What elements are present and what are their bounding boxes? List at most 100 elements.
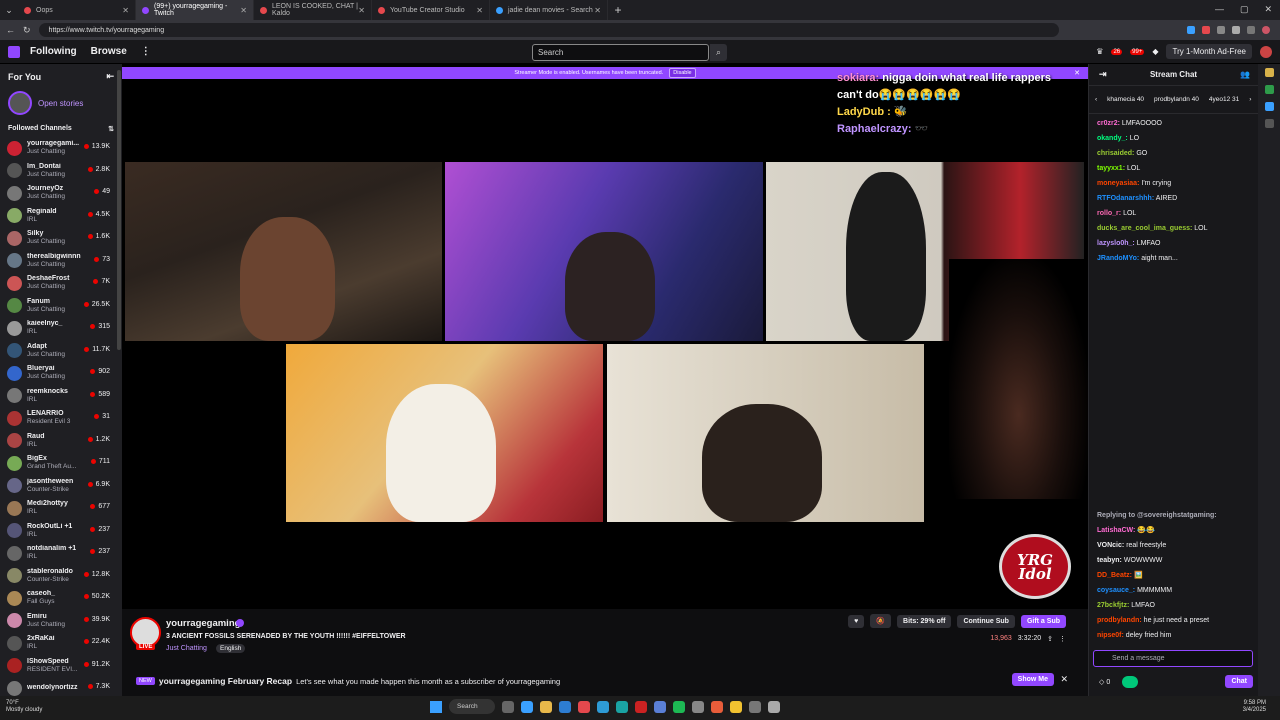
sidebar-channel[interactable]: Medi2hottyy IRL 677 bbox=[0, 497, 122, 520]
notifications-badge[interactable]: 26 bbox=[1111, 48, 1123, 55]
share-icon[interactable]: ⇪ bbox=[1047, 635, 1053, 643]
chat-username[interactable]: Replying to @sovereighstatgaming: bbox=[1097, 512, 1217, 519]
browser-tab[interactable]: YouTube Creator Studio ✕ bbox=[372, 0, 490, 20]
browser-tab[interactable]: Oops ✕ bbox=[18, 0, 136, 20]
close-window-icon[interactable]: ✕ bbox=[1264, 4, 1272, 15]
sidebar-channel[interactable]: therealbigwinnn Just Chatting 73 bbox=[0, 250, 122, 273]
chat-username[interactable]: chrisaided: bbox=[1097, 150, 1134, 157]
show-me-button[interactable]: Show Me bbox=[1011, 673, 1054, 686]
open-stories[interactable]: Open stories bbox=[0, 89, 122, 121]
whispers-badge[interactable]: 99+ bbox=[1130, 48, 1145, 55]
maximize-icon[interactable]: ▢ bbox=[1240, 4, 1249, 15]
leaderboard-prev-icon[interactable]: ‹ bbox=[1095, 96, 1097, 103]
chat-message[interactable]: RTFOdanarshhh: AIRED bbox=[1097, 191, 1252, 206]
weather-widget[interactable]: 70°F Mostly cloudy bbox=[6, 700, 42, 714]
chat-message[interactable]: teabyn: WOWWWW bbox=[1097, 553, 1253, 568]
chat-message[interactable]: chrisaided: GO bbox=[1097, 146, 1252, 161]
chat-username[interactable]: moneyasiaa: bbox=[1097, 180, 1139, 187]
file-explorer-icon[interactable] bbox=[540, 700, 552, 713]
chat-users-icon[interactable]: 👥 bbox=[1240, 70, 1250, 79]
sidebar-channel[interactable]: LENARRIO Resident Evil 3 31 bbox=[0, 407, 122, 430]
chat-message[interactable]: tayyxx1: LOL bbox=[1097, 161, 1252, 176]
sidebar-channel[interactable]: BigEx Grand Theft Au... 711 bbox=[0, 452, 122, 475]
tab-menu-icon[interactable]: ⌄ bbox=[0, 5, 18, 16]
search-icon[interactable]: ⌕ bbox=[710, 44, 727, 61]
app-icon[interactable] bbox=[597, 700, 609, 713]
sidebar-channel[interactable]: Fanum Just Chatting 26.5K bbox=[0, 295, 122, 318]
leaderboard-next-icon[interactable]: › bbox=[1249, 96, 1251, 103]
bits-button[interactable]: Bits: 29% off bbox=[897, 614, 952, 628]
sidebar-channel[interactable]: 2xRaKai IRL 22.4K bbox=[0, 632, 122, 655]
browser-tab[interactable]: (99+) yourragegaming - Twitch ✕ bbox=[136, 0, 254, 20]
app-icon[interactable] bbox=[654, 700, 666, 713]
close-tab-icon[interactable]: ✕ bbox=[240, 6, 247, 15]
chat-message[interactable]: VONcic: real freestyle bbox=[1097, 538, 1253, 553]
notifications-bell-icon[interactable]: 🔕 bbox=[870, 614, 892, 628]
chat-message[interactable]: lazyslo0h_: LMFAO bbox=[1097, 236, 1252, 251]
browser-tab[interactable]: jadie dean movies - Search ✕ bbox=[490, 0, 608, 20]
chat-username[interactable]: VONcic: bbox=[1097, 542, 1124, 549]
chat-username[interactable]: cr0zr2: bbox=[1097, 120, 1120, 127]
sidebar-channel[interactable]: Reginald IRL 4.5K bbox=[0, 205, 122, 228]
chat-username[interactable]: coysauce_: bbox=[1097, 587, 1135, 594]
chat-username[interactable]: 27bckfjtz: bbox=[1097, 602, 1129, 609]
url-field[interactable]: https://www.twitch.tv/yourragegaming bbox=[38, 23, 1059, 37]
following-link[interactable]: Following bbox=[30, 46, 77, 57]
chat-message[interactable]: Replying to @sovereighstatgaming: bbox=[1097, 508, 1253, 523]
chat-message[interactable]: okandy_: LO bbox=[1097, 131, 1252, 146]
taskbar-search[interactable]: Search bbox=[449, 699, 495, 714]
chat-input[interactable]: Send a message bbox=[1093, 650, 1253, 667]
close-tab-icon[interactable]: ✕ bbox=[476, 6, 483, 15]
side-panel-icon[interactable] bbox=[1264, 85, 1274, 94]
extension-icon[interactable] bbox=[1187, 26, 1195, 34]
close-tab-icon[interactable]: ✕ bbox=[122, 6, 129, 15]
close-recap-icon[interactable]: ✕ bbox=[1060, 674, 1068, 685]
browse-link[interactable]: Browse bbox=[91, 46, 127, 57]
more-options-icon[interactable]: ⋮ bbox=[1059, 635, 1066, 643]
sidebar-channel[interactable]: RockOutLi +1 IRL 237 bbox=[0, 520, 122, 543]
app-icon[interactable] bbox=[521, 700, 533, 713]
sidebar-channel[interactable]: Im_Dontai Just Chatting 2.8K bbox=[0, 160, 122, 183]
leaderboard-entry[interactable]: prodbylandn 40 bbox=[1154, 96, 1199, 103]
sidebar-channel[interactable]: wendolynortizz 7.3K bbox=[0, 677, 122, 696]
sidebar-channel[interactable]: DeshaeFrost Just Chatting 7K bbox=[0, 272, 122, 295]
sidebar-channel[interactable]: kaieelnyc_ IRL 315 bbox=[0, 317, 122, 340]
browser-tab[interactable]: LEON IS COOKED, CHAT | Kaldo ✕ bbox=[254, 0, 372, 20]
windows-start-icon[interactable] bbox=[430, 700, 442, 713]
chat-username[interactable]: DD_Beatz: bbox=[1097, 572, 1132, 579]
chat-username[interactable]: rollo_r: bbox=[1097, 210, 1121, 217]
close-tab-icon[interactable]: ✕ bbox=[594, 6, 601, 15]
profile-icon[interactable] bbox=[1262, 26, 1270, 34]
chat-message[interactable]: cr0zr2: LMFAOOOO bbox=[1097, 116, 1252, 131]
chat-message[interactable]: DD_Beatz: 🖼️ bbox=[1097, 568, 1253, 583]
side-panel-icon[interactable] bbox=[1264, 119, 1274, 128]
category-link[interactable]: Just Chatting bbox=[166, 645, 207, 652]
close-tab-icon[interactable]: ✕ bbox=[358, 6, 365, 15]
system-tray-clock[interactable]: 9:58 PM 3/4/2025 bbox=[1243, 700, 1266, 714]
user-avatar[interactable] bbox=[1260, 45, 1272, 58]
collapse-chat-icon[interactable]: ⇥ bbox=[1099, 69, 1107, 80]
chat-send-button[interactable]: Chat bbox=[1225, 675, 1253, 688]
channel-points-claim-icon[interactable] bbox=[1122, 676, 1139, 688]
ad-free-button[interactable]: Try 1-Month Ad-Free bbox=[1166, 44, 1252, 59]
continue-sub-button[interactable]: Continue Sub bbox=[957, 614, 1015, 628]
language-tag[interactable]: English bbox=[216, 644, 246, 653]
app-icon[interactable] bbox=[749, 700, 761, 713]
sidebar-channel[interactable]: yourragegami... Just Chatting 13.9K bbox=[0, 137, 122, 160]
collapse-sidebar-icon[interactable]: ⇤ bbox=[106, 71, 114, 82]
chat-username[interactable]: JRandoMYo: bbox=[1097, 255, 1139, 262]
chat-message[interactable]: JRandoMYo: aight man... bbox=[1097, 251, 1252, 266]
reload-icon[interactable]: ↻ bbox=[23, 25, 31, 36]
more-menu-icon[interactable]: ⋮ bbox=[141, 46, 151, 57]
twitch-logo-icon[interactable] bbox=[8, 45, 20, 58]
sidebar-channel[interactable]: caseoh_ Fall Guys 50.2K bbox=[0, 587, 122, 610]
leaderboard-entry[interactable]: 4yeo12 31 bbox=[1209, 96, 1239, 103]
disable-button[interactable]: Disable bbox=[669, 68, 696, 78]
extension-icon[interactable] bbox=[1247, 26, 1255, 34]
channel-points[interactable]: ◇ 0 bbox=[1099, 678, 1110, 686]
chat-username[interactable]: LatishaCW: bbox=[1097, 527, 1135, 534]
leaderboard-entry[interactable]: khamecia 40 bbox=[1107, 96, 1144, 103]
sidebar-channel[interactable]: jasontheween Counter-Strike 6.9K bbox=[0, 475, 122, 498]
channel-name[interactable]: yourragegaming bbox=[166, 618, 240, 629]
prime-icon[interactable]: ♛ bbox=[1096, 47, 1103, 56]
